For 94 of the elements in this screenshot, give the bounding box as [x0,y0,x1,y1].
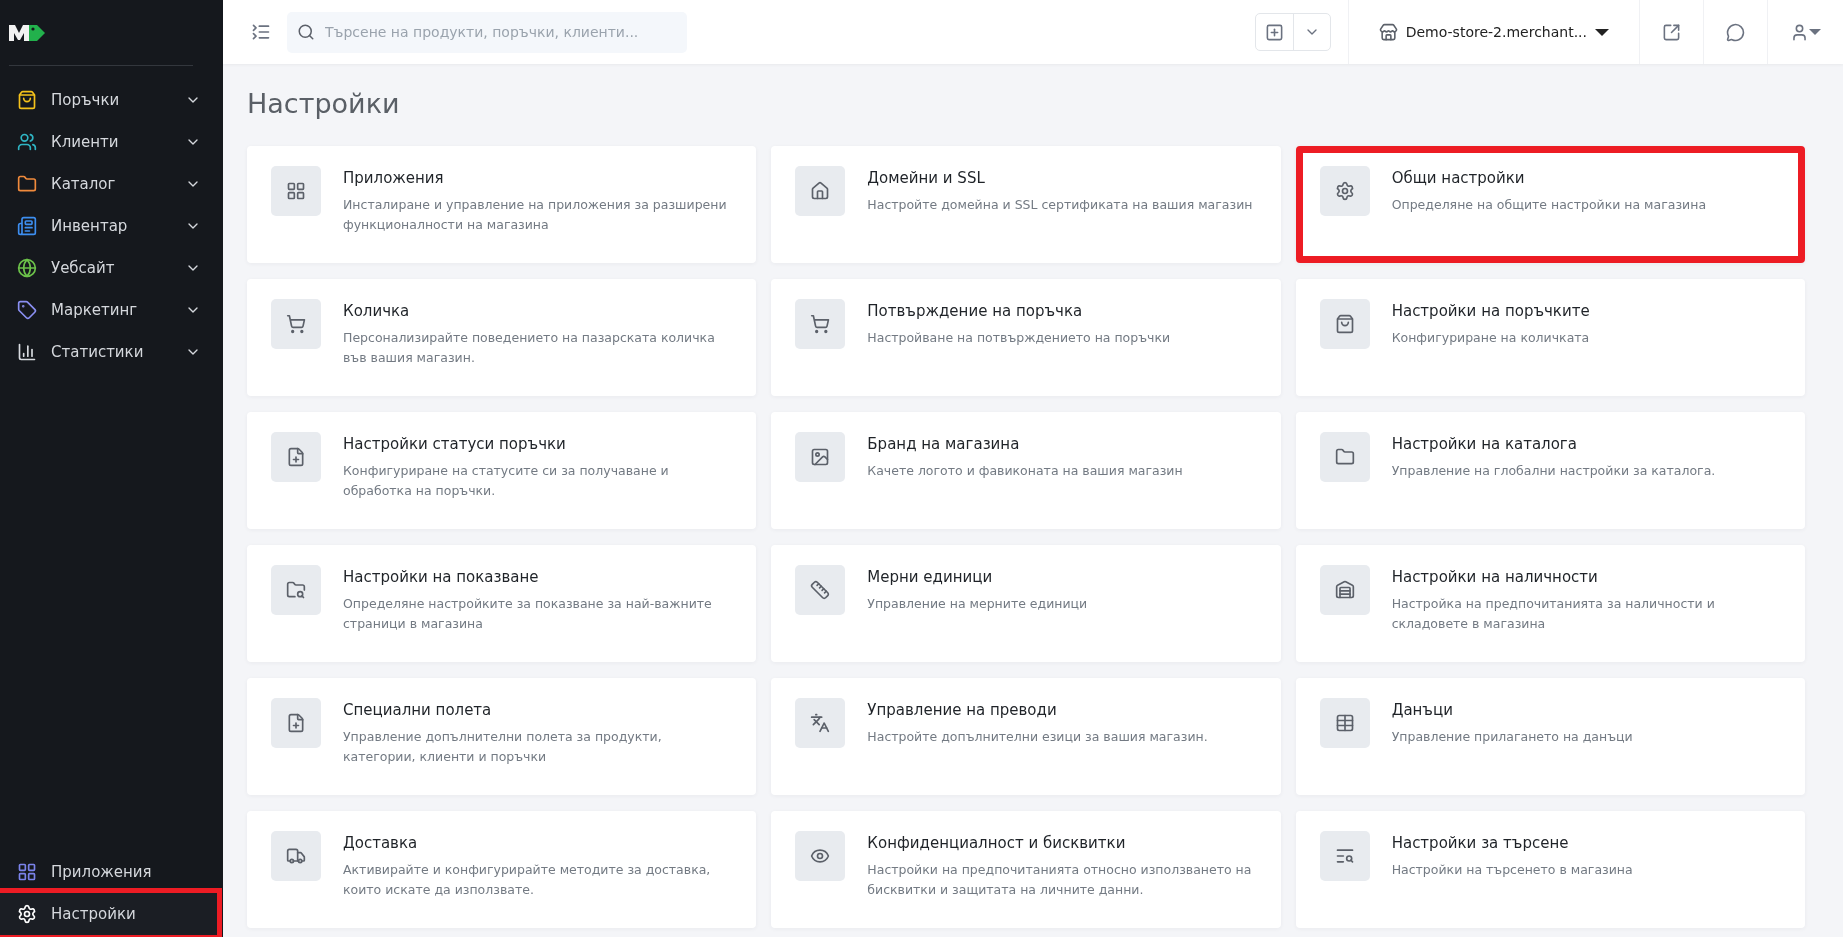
card-description: Определяне настройките за показване за най-важните страници в магазина [343,595,713,633]
settings-card[interactable]: Доставка Активирайте и конфигурирайте методите за доставка, които искате да използвате. [247,811,757,928]
card-description: Управление прилагането на данъци [1391,728,1633,746]
card-title: Количка [343,302,411,320]
card-title: Настройки на поръчките [1391,302,1590,320]
settings-card[interactable]: Общи настройки Определяне на общите настройки на магазина [1295,146,1805,263]
settings-card[interactable]: Настройки на показване Определяне настройките за показване за най-важните страници в магазина [247,545,757,662]
settings-card[interactable]: Управление на преводи Настройте допълнителни езици за вашия магазин. [771,678,1281,795]
sidebar-item[interactable]: Поръчки [0,79,217,121]
card-description: Настройте домейна и SSL сертификата на вашия магазин [867,196,1253,214]
card-title: Специални полета [343,701,493,719]
settings-card[interactable]: Конфиденциалност и бисквитки Настройки на предпочитанията относно използването на бисквитки и защитата на личните данни. [771,811,1281,928]
settings-card[interactable]: Потвърждение на поръчка Настройване на потвърждението на поръчки [771,279,1281,396]
add-icon [1264,22,1284,42]
caret-icon [1595,28,1609,36]
card-description: Конфигуриране на статусите си за получаване и обработка на поръчки. [343,462,670,500]
card-title: Настройки статуси поръчки [343,435,567,453]
card-description: Персонализирайте поведението на пазарската количка във вашия магазин. [343,329,716,367]
store-selector[interactable]: Demo-store-2.merchant... [1366,22,1621,42]
card-title: Управление на преводи [867,701,1058,719]
sidebar-item[interactable]: Уебсайт [0,247,217,289]
card-description: Инсталиране и управление на приложения за разширени функционалности на магазина [343,196,728,234]
search-input[interactable]: Търсене на продукти, поръчки, клиенти... [323,23,677,41]
card-icon [271,698,321,748]
card-title: Общи настройки [1391,169,1526,187]
sidebar-item[interactable]: Статистики [0,331,217,373]
card-title: Настройки на показване [343,568,540,586]
card-title: Данъци [1391,701,1454,719]
settings-card[interactable]: Данъци Управление прилагането на данъци [1295,678,1805,795]
logo-icon [9,23,45,42]
card-description: Настройка на предпочитанията за наличности и складовете в магазина [1391,595,1716,633]
user-icon [1790,22,1809,42]
sidebar-item[interactable]: Каталог [0,163,217,205]
card-title: Домейни и SSL [867,169,986,187]
card-title: Доставка [343,834,419,852]
card-description: Настройки на предпочитанията относно използването на бисквитки и защитата на личните данни. [867,861,1253,899]
store-icon [1378,22,1398,42]
settings-card[interactable]: Настройки за търсене Настройки на търсенето в магазина [1295,811,1805,928]
card-description: Активирайте и конфигурирайте методите за доставка, които искате да използвате. [343,861,712,899]
card-title: Приложения [343,169,445,187]
settings-card[interactable]: Настройки на каталога Управление на глобални настройки за каталога. [1295,412,1805,529]
card-description: Определяне на общите настройки на магазина [1391,196,1707,214]
collapse-icon [251,22,271,42]
card-icon [271,432,321,482]
card-description: Управление на глобални настройки за каталога. [1391,462,1716,480]
card-description: Качете логото и фавиконата на вашия магазин [867,462,1183,480]
card-description: Управление на мерните единици [867,595,1088,613]
card-description: Управление допълнителни полета за продукти, категории, клиенти и поръчки [343,728,663,766]
card-icon [1319,299,1370,349]
search-field[interactable]: Търсене на продукти, поръчки, клиенти... [287,11,687,53]
card-title: Конфиденциалност и бисквитки [867,834,1127,852]
card-description: Конфигуриране на количката [1391,329,1590,347]
settings-card[interactable]: Количка Персонализирайте поведението на пазарската количка във вашия магазин. [247,279,757,396]
card-title: Потвърждение на поръчка [867,302,1084,320]
settings-card[interactable]: Приложения Инсталиране и управление на приложения за разширени функционалности на магазина [247,146,757,263]
settings-card[interactable]: Специални полета Управление допълнителни полета за продукти, категории, клиенти и поръчки [247,678,757,795]
card-icon [1319,432,1370,482]
card-icon [795,565,846,615]
sidebar-item[interactable]: Приложения [0,851,217,893]
card-icon [1319,831,1370,881]
caret-icon [1809,29,1821,35]
card-icon [795,831,846,881]
card-icon [1319,565,1370,615]
card-icon [271,831,321,881]
card-icon [271,299,321,349]
card-icon [795,698,846,748]
page-title: Настройки [247,87,401,121]
card-description: Настройване на потвърждението на поръчки [867,329,1171,347]
settings-card[interactable]: Домейни и SSL Настройте домейна и SSL сертификата на вашия магазин [771,146,1281,263]
settings-card[interactable]: Настройки на поръчките Конфигуриране на количката [1295,279,1805,396]
sidebar-item[interactable]: Маркетинг [0,289,217,331]
sidebar-item[interactable]: Инвентар [0,205,217,247]
settings-card[interactable]: Мерни единици Управление на мерните единици [771,545,1281,662]
card-title: Настройки за търсене [1391,834,1570,852]
settings-card[interactable]: Настройки статуси поръчки Конфигуриране на статусите си за получаване и обработка на поръчки. [247,412,757,529]
card-title: Настройки на каталога [1391,435,1578,453]
chat-icon [1726,22,1745,42]
sidebar-item[interactable]: Клиенти [0,121,217,163]
settings-card[interactable]: Бранд на магазина Качете логото и фавиконата на вашия магазин [771,412,1281,529]
card-description: Настройте допълнителни езици за вашия магазин. [867,728,1208,746]
card-title: Бранд на магазина [867,435,1021,453]
card-icon [1319,698,1370,748]
card-icon [795,299,846,349]
card-title: Настройки на наличности [1391,568,1599,586]
card-icon [795,166,846,216]
card-icon [271,166,321,216]
card-icon [1319,166,1370,216]
settings-card[interactable]: Настройки на наличности Настройка на предпочитанията за наличности и складовете в магазина [1295,545,1805,662]
external-link-icon [1662,22,1681,42]
card-icon [271,565,321,615]
card-icon [795,432,846,482]
card-title: Мерни единици [867,568,994,586]
card-description: Настройки на търсенето в магазина [1391,861,1633,879]
search-icon [297,23,315,41]
